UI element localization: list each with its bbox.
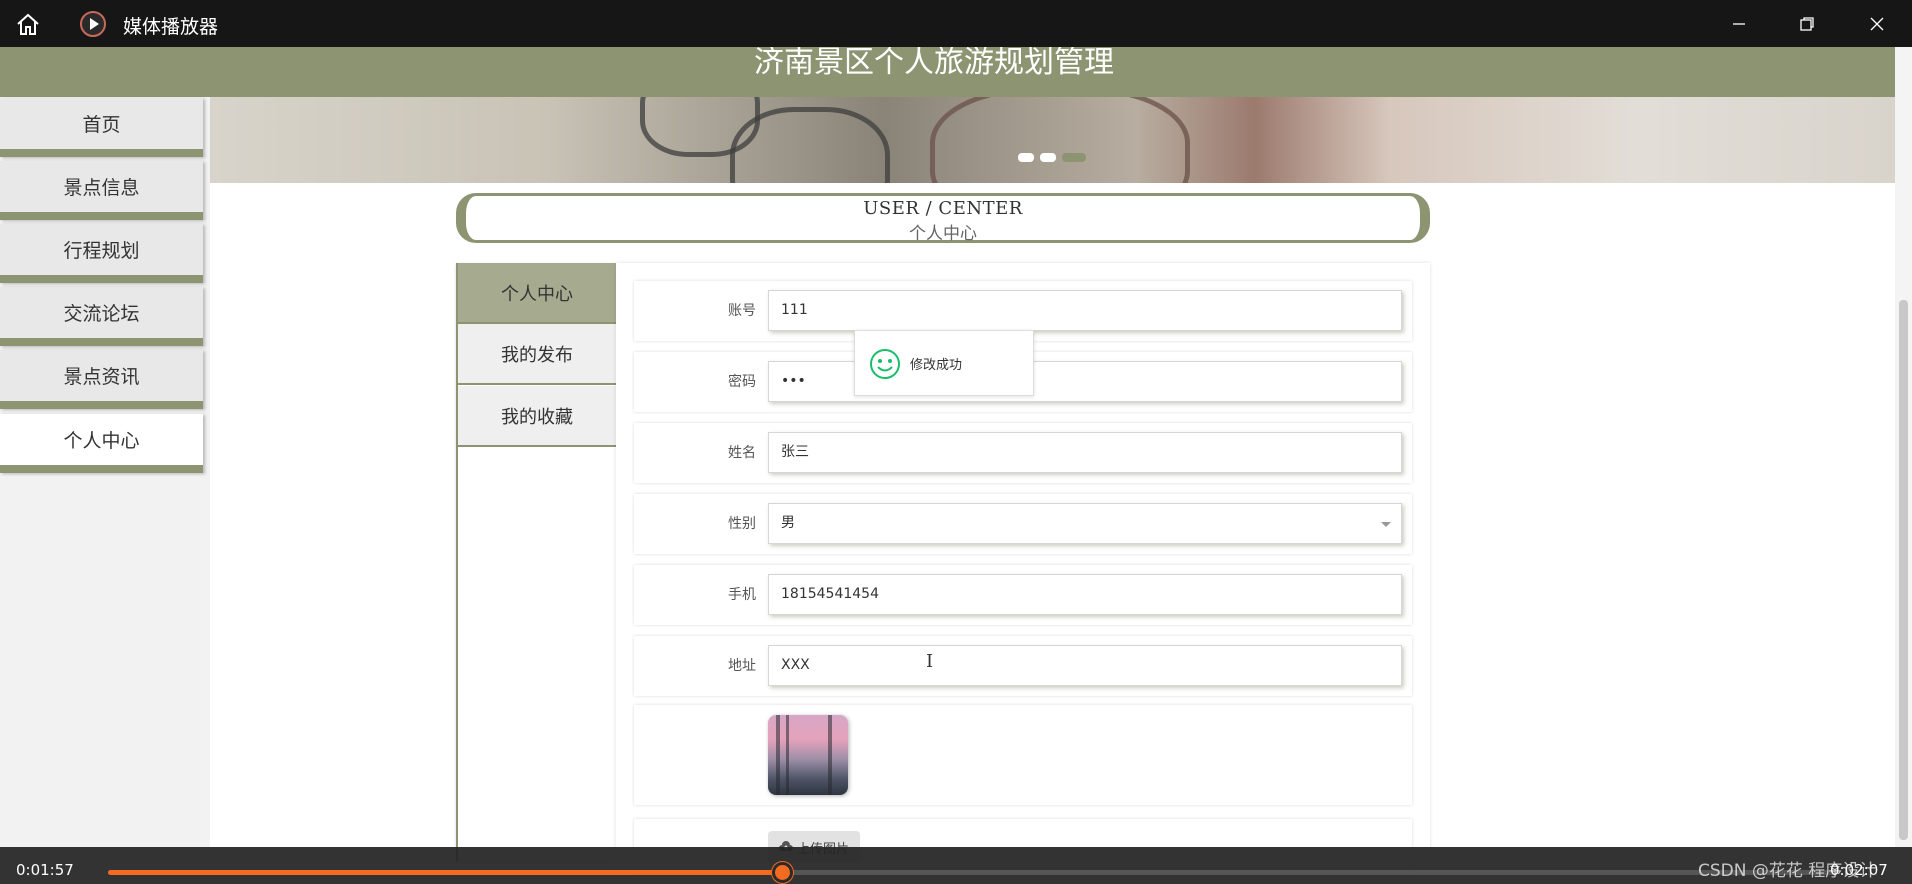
nav-item-attractions[interactable]: 景点信息 xyxy=(0,161,203,220)
tab-user-center[interactable]: 个人中心 xyxy=(458,263,616,324)
account-field[interactable]: 111 xyxy=(768,290,1402,331)
window-titlebar: 媒体播放器 xyxy=(0,0,1912,47)
password-label: 密码 xyxy=(728,374,756,390)
nav-item-news[interactable]: 景点资讯 xyxy=(0,350,203,409)
text-cursor-icon: I xyxy=(926,651,934,672)
avatar-art xyxy=(776,715,780,795)
nav-item-itinerary[interactable]: 行程规划 xyxy=(0,224,203,283)
address-label: 地址 xyxy=(728,658,756,674)
elapsed-time: 0:01:57 xyxy=(16,861,74,879)
window-title: 媒体播放器 xyxy=(123,16,219,38)
tab-my-favorites[interactable]: 我的收藏 xyxy=(458,386,616,447)
close-icon[interactable] xyxy=(1862,10,1892,38)
home-icon[interactable] xyxy=(14,10,42,38)
avatar-image[interactable] xyxy=(768,715,848,795)
gender-select[interactable]: 男 xyxy=(768,503,1402,544)
nav-item-forum[interactable]: 交流论坛 xyxy=(0,287,203,346)
user-center-heading: USER / CENTER 个人中心 xyxy=(456,193,1430,244)
phone-label: 手机 xyxy=(728,587,756,603)
carousel-dot[interactable] xyxy=(1040,153,1056,162)
form-row-gender: 性别 男 xyxy=(634,494,1412,554)
media-player-controls: 0:01:57 0:02:07 xyxy=(0,847,1912,884)
address-field[interactable]: XXX xyxy=(768,645,1402,686)
success-toast: 修改成功 xyxy=(854,330,1034,396)
left-nav: 首页 景点信息 行程规划 交流论坛 景点资讯 个人中心 xyxy=(0,97,210,847)
name-field[interactable]: 张三 xyxy=(768,432,1402,473)
banner-art xyxy=(640,97,760,157)
user-center-tabs: 个人中心 我的发布 我的收藏 xyxy=(456,263,616,861)
restore-icon[interactable] xyxy=(1792,10,1822,38)
account-label: 账号 xyxy=(728,303,756,319)
banner-art xyxy=(930,97,1190,183)
seek-bar-progress xyxy=(108,870,782,875)
tab-my-posts[interactable]: 我的发布 xyxy=(458,324,616,385)
toast-message: 修改成功 xyxy=(910,358,963,373)
form-row-avatar xyxy=(634,705,1412,805)
page-scrollbar[interactable] xyxy=(1895,47,1912,847)
site-title: 济南景区个人旅游规划管理 xyxy=(754,45,1114,80)
form-row-address: 地址 XXX xyxy=(634,636,1412,696)
smile-icon xyxy=(870,349,900,379)
form-row-phone: 手机 18154541454 xyxy=(634,565,1412,625)
media-player-app-icon xyxy=(80,11,106,37)
minimize-icon[interactable] xyxy=(1724,10,1754,38)
carousel-indicators xyxy=(1018,153,1086,162)
seek-handle[interactable] xyxy=(772,862,793,883)
watermark: CSDN @花花 程序设计 xyxy=(1698,861,1877,881)
name-label: 姓名 xyxy=(728,445,756,461)
scrollbar-thumb[interactable] xyxy=(1899,300,1908,840)
gender-label: 性别 xyxy=(728,516,756,532)
heading-chinese: 个人中心 xyxy=(909,224,977,244)
site-header: 济南景区个人旅游规划管理 xyxy=(0,47,1895,97)
seek-bar[interactable] xyxy=(108,862,1836,883)
form-row-name: 姓名 张三 xyxy=(634,423,1412,483)
nav-item-home[interactable]: 首页 xyxy=(0,98,203,157)
carousel-dot-active[interactable] xyxy=(1062,153,1086,162)
avatar-art xyxy=(786,715,789,795)
banner-carousel[interactable] xyxy=(210,97,1895,183)
carousel-dot[interactable] xyxy=(1018,153,1034,162)
phone-field[interactable]: 18154541454 xyxy=(768,574,1402,615)
gender-value: 男 xyxy=(781,515,795,531)
avatar-art xyxy=(828,715,832,795)
heading-english: USER / CENTER xyxy=(863,198,1023,219)
chevron-down-icon xyxy=(1381,522,1391,527)
nav-item-user-center[interactable]: 个人中心 xyxy=(0,414,203,473)
